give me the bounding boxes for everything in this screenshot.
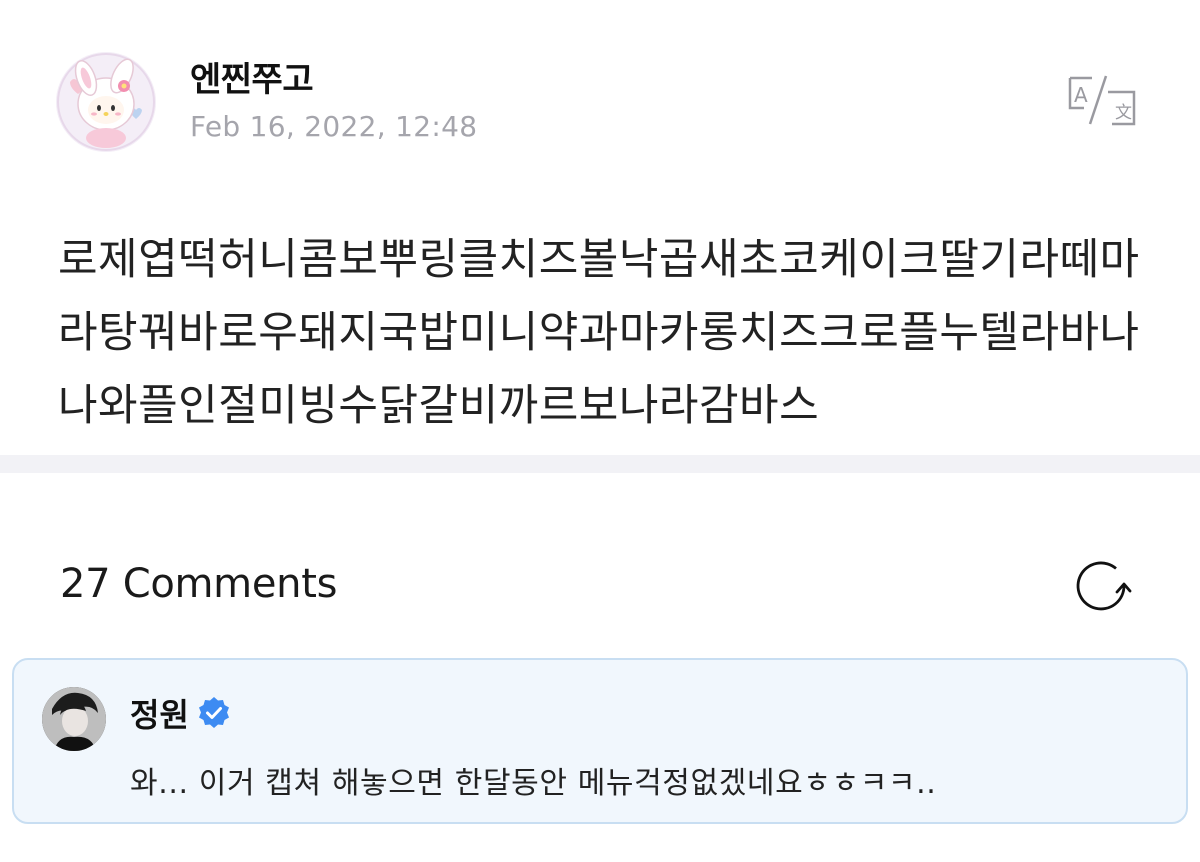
- comments-count: 27 Comments: [60, 561, 338, 607]
- svg-text:文: 文: [1115, 103, 1132, 123]
- author-avatar[interactable]: [56, 52, 156, 152]
- comment-card[interactable]: 정원 와... 이거 캡쳐 해놓으면 한달동안 메뉴걱정없겠네요ㅎㅎㅋㅋ..: [12, 658, 1188, 824]
- translate-icon: A 文: [1068, 75, 1136, 126]
- translate-button[interactable]: A 文: [1062, 72, 1142, 128]
- section-divider: [0, 455, 1200, 473]
- user-photo-icon: [42, 687, 106, 751]
- comment-avatar[interactable]: [42, 687, 106, 751]
- refresh-button[interactable]: [1072, 558, 1132, 614]
- post-date: Feb 16, 2022, 12:48: [190, 110, 478, 143]
- my-melody-avatar-icon: [56, 52, 156, 152]
- author-name[interactable]: 엔찐쭈고: [190, 52, 314, 101]
- post-body: 로제엽떡허니콤보뿌링클치즈볼낙곱새초코케이크딸기라떼마라탕꿔바로우돼지국밥미니약…: [58, 235, 1140, 431]
- verified-badge-icon: [198, 697, 229, 728]
- refresh-icon: [1076, 561, 1132, 611]
- svg-text:A: A: [1074, 83, 1088, 107]
- comment-author-name: 정원: [130, 696, 189, 734]
- post-page: 엔찐쭈고 Feb 16, 2022, 12:48 A 文 로제엽떡허니콤보뿌링클…: [0, 0, 1200, 862]
- comment-text: 와... 이거 캡쳐 해놓으면 한달동안 메뉴걱정없겠네요ㅎㅎㅋㅋ..: [130, 766, 937, 801]
- comment-author[interactable]: 정원: [130, 690, 231, 736]
